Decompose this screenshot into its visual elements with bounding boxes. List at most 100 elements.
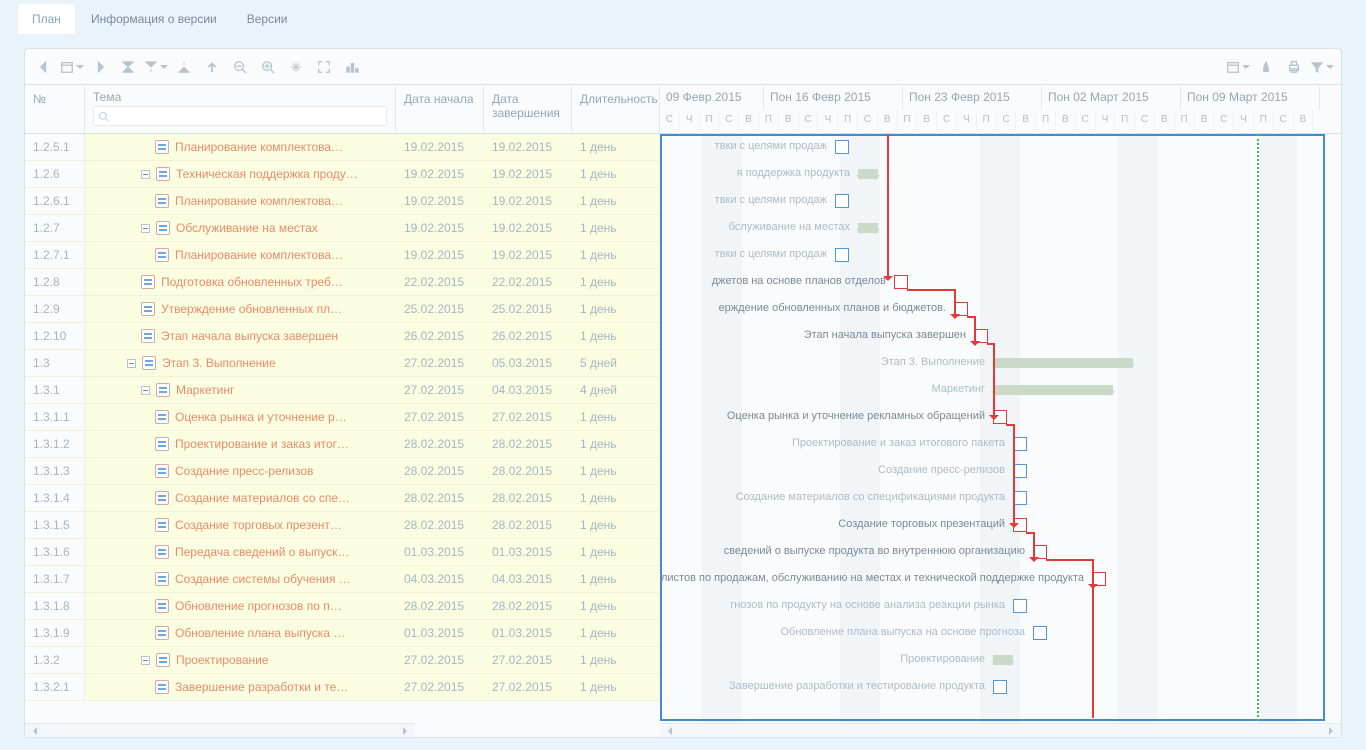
warning-icon[interactable] [1253,54,1279,80]
task-row[interactable]: 1.3.1.5Создание торговых презент…28.02.2… [25,512,660,539]
expand-toggle[interactable] [141,386,150,395]
task-icon [155,518,169,532]
task-row[interactable]: 1.2.7Обслуживание на местах19.02.201519.… [25,215,660,242]
gantt-row[interactable]: Обновление плана выпуска на основе прогн… [660,620,1341,647]
summary-bar[interactable] [993,358,1133,368]
task-row[interactable]: 1.3.1.9Обновление плана выпуска …01.03.2… [25,620,660,647]
calendar-icon[interactable] [59,54,85,80]
gantt-row[interactable]: твки с целями продаж [660,134,1341,161]
gantt-row[interactable]: твки с целями продаж [660,188,1341,215]
back-icon[interactable] [31,54,57,80]
task-box[interactable] [1013,599,1027,613]
duration: 1 день [572,599,660,613]
col-header-theme[interactable]: Тема [93,90,387,104]
expand-toggle[interactable] [141,224,150,233]
tab-plan[interactable]: План [18,4,75,34]
task-box[interactable] [835,194,849,208]
grid-hscroll[interactable] [25,723,415,737]
gantt-row[interactable]: гнозов по продукту на основе анализа реа… [660,593,1341,620]
dependency-line [1092,559,1094,586]
task-row[interactable]: 1.3Этап 3. Выполнение27.02.201505.03.201… [25,350,660,377]
gantt-row[interactable]: Завершение разработки и тестирование про… [660,674,1341,701]
task-row[interactable]: 1.3.1Маркетинг27.02.201504.03.20154 дней [25,377,660,404]
bar-label: Проектирование и заказ итогового пакета [792,437,1005,449]
row-number: 1.2.8 [25,269,85,295]
task-box[interactable] [993,680,1007,694]
gantt-row[interactable]: Этап начала выпуска завершен [660,323,1341,350]
arrow-head-icon [883,276,893,286]
tab-version-info[interactable]: Информация о версии [77,4,231,34]
summary-bar[interactable] [993,655,1013,665]
task-box[interactable] [1013,464,1027,478]
fullscreen-icon[interactable] [311,54,337,80]
task-box[interactable] [1013,437,1027,451]
gantt-row[interactable]: Проектирование [660,647,1341,674]
task-row[interactable]: 1.2.10Этап начала выпуска завершен26.02.… [25,323,660,350]
task-row[interactable]: 1.3.1.3Создание пресс-релизов28.02.20152… [25,458,660,485]
search-input[interactable] [93,106,387,126]
gantt-row[interactable]: твки с целями продаж [660,242,1341,269]
task-row[interactable]: 1.2.6.1Планирование комплектова…19.02.20… [25,188,660,215]
task-row[interactable]: 1.2.6Техническая поддержка проду…19.02.2… [25,161,660,188]
summary-bar[interactable] [858,169,878,179]
gantt-row[interactable]: Оценка рынка и уточнение рекламных обращ… [660,404,1341,431]
col-header-start[interactable]: Дата начала [396,86,484,133]
gantt-row[interactable]: Маркетинг [660,377,1341,404]
gantt-row[interactable]: Этап 3. Выполнение [660,350,1341,377]
task-row[interactable]: 1.3.1.6Передача сведений о выпуск…01.03.… [25,539,660,566]
row-number: 1.2.5.1 [25,134,85,160]
col-header-duration[interactable]: Длительность [572,86,660,133]
task-row[interactable]: 1.3.1.7Создание системы обучения …04.03.… [25,566,660,593]
task-row[interactable]: 1.3.1.8Обновление прогнозов по п…28.02.2… [25,593,660,620]
task-row[interactable]: 1.2.8Подготовка обновленных треб…22.02.2… [25,269,660,296]
summary-bar[interactable] [858,223,878,233]
task-box[interactable] [1013,491,1027,505]
expand-toggle[interactable] [141,656,150,665]
forward-icon[interactable] [87,54,113,80]
fit-icon[interactable] [283,54,309,80]
gantt-row[interactable]: Создание материалов со спецификациями пр… [660,485,1341,512]
tab-versions[interactable]: Версии [233,4,302,34]
zoom-out-icon[interactable] [227,54,253,80]
gantt-row[interactable]: джетов на основе планов отделов [660,269,1341,296]
expand-icon[interactable] [171,54,197,80]
task-row[interactable]: 1.3.2Проектирование27.02.201527.02.20151… [25,647,660,674]
task-box[interactable] [894,275,908,289]
task-icon [155,545,169,559]
task-box[interactable] [1033,626,1047,640]
collapse-icon[interactable] [115,54,141,80]
task-row[interactable]: 1.2.9Утверждение обновленных пл…25.02.20… [25,296,660,323]
expand-toggle[interactable] [127,359,136,368]
print-icon[interactable] [1281,54,1307,80]
start-date: 28.02.2015 [396,464,484,478]
gantt-hscroll[interactable] [660,723,1341,737]
collapse-dropdown-icon[interactable] [143,54,169,80]
gantt-row[interactable]: ециалистов по продажам, обслуживанию на … [660,566,1341,593]
gantt-row[interactable]: Создание торговых презентаций [660,512,1341,539]
dependency-line [974,316,976,343]
chart-icon[interactable] [339,54,365,80]
task-row[interactable]: 1.3.1.2Проектирование и заказ итог…28.02… [25,431,660,458]
move-up-icon[interactable] [199,54,225,80]
expand-toggle[interactable] [141,170,150,179]
calendar-end-icon[interactable] [1225,54,1251,80]
task-box[interactable] [835,248,849,262]
task-row[interactable]: 1.2.7.1Планирование комплектова…19.02.20… [25,242,660,269]
search-field[interactable] [113,110,382,122]
gantt-row[interactable]: бслуживание на местах [660,215,1341,242]
summary-bar[interactable] [993,385,1113,395]
task-box[interactable] [835,140,849,154]
gantt-row[interactable]: Проектирование и заказ итогового пакета [660,431,1341,458]
gantt-row[interactable]: ерждение обновленных планов и бюджетов. [660,296,1341,323]
zoom-in-icon[interactable] [255,54,281,80]
task-row[interactable]: 1.3.2.1Завершение разработки и те…27.02.… [25,674,660,701]
task-row[interactable]: 1.3.1.4Создание материалов со спе…28.02.… [25,485,660,512]
task-row[interactable]: 1.3.1.1Оценка рынка и уточнение р…27.02.… [25,404,660,431]
filter-icon[interactable] [1309,54,1335,80]
col-header-end[interactable]: Дата завершения [484,86,572,133]
gantt-row[interactable]: сведений о выпуске продукта во внутренню… [660,539,1341,566]
col-header-number[interactable]: № [25,86,85,133]
gantt-row[interactable]: я поддержка продукта [660,161,1341,188]
task-row[interactable]: 1.2.5.1Планирование комплектова…19.02.20… [25,134,660,161]
gantt-row[interactable]: Создание пресс-релизов [660,458,1341,485]
